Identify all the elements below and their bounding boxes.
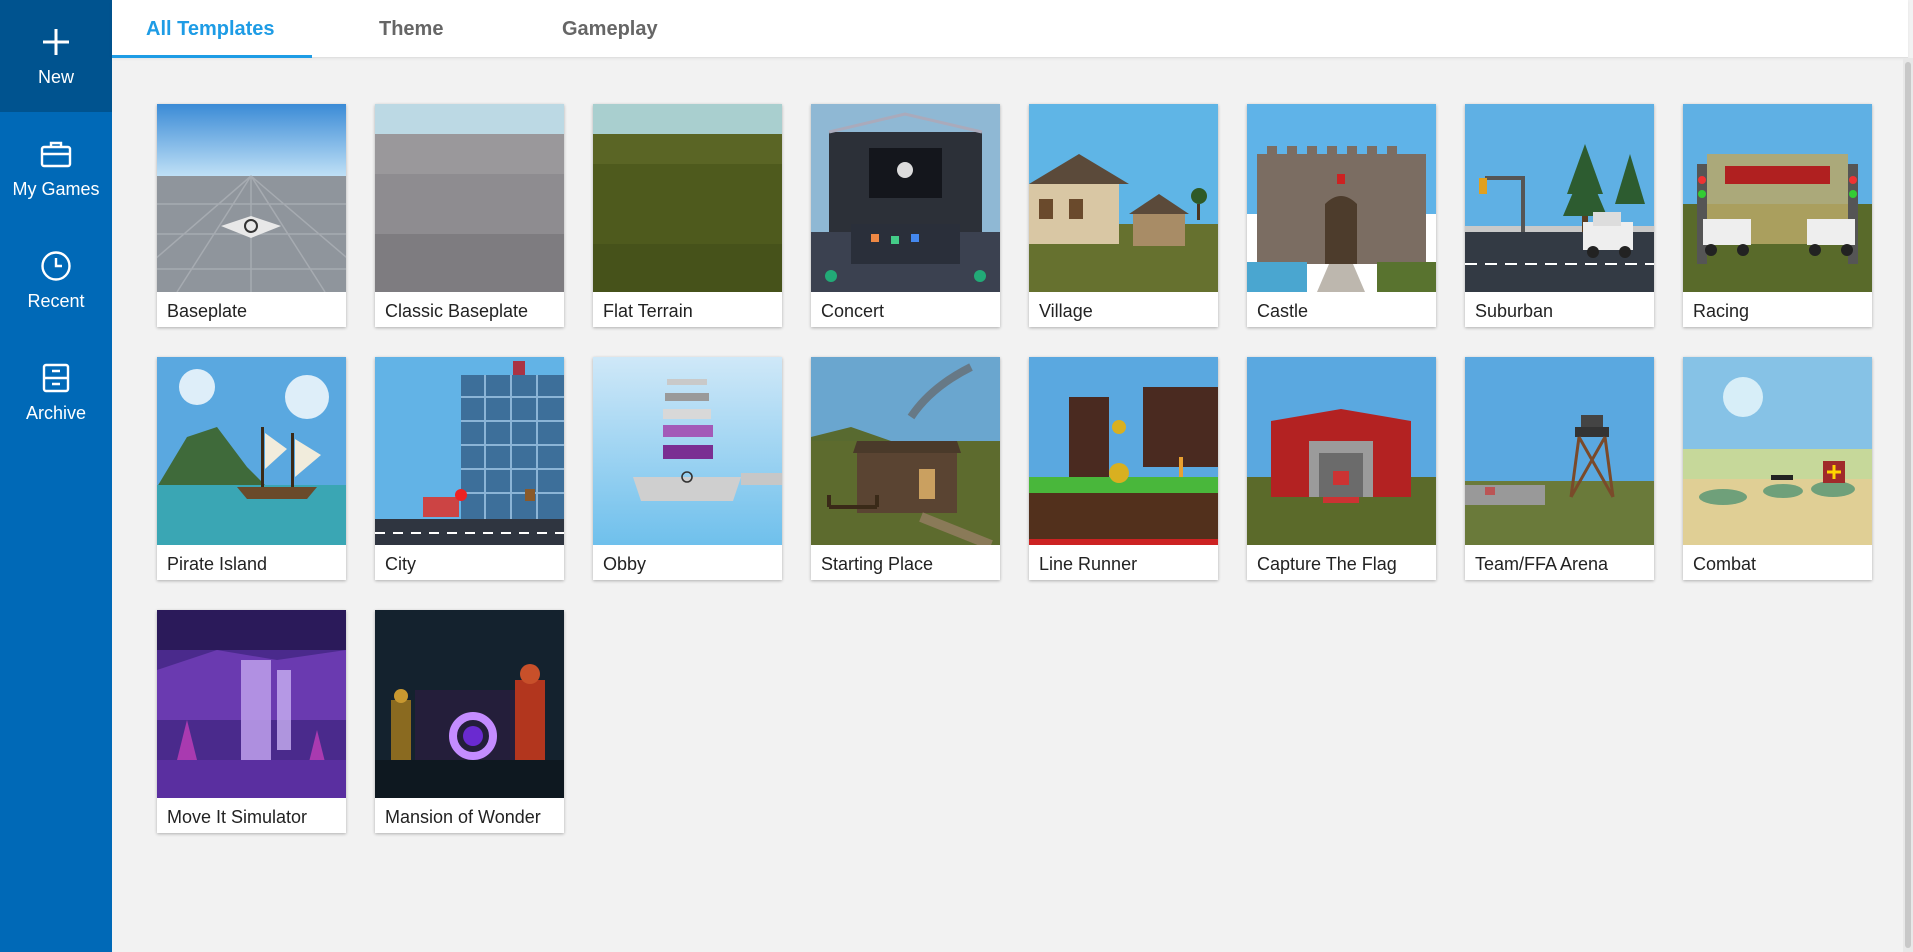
template-thumbnail — [1465, 357, 1654, 545]
template-label: Castle — [1257, 301, 1309, 321]
tab-label: Gameplay — [562, 17, 658, 40]
template-card-pirate-island[interactable]: Pirate Island — [157, 357, 346, 580]
scrollbar-thumb[interactable] — [1905, 62, 1911, 948]
template-card-baseplate[interactable]: Baseplate — [157, 104, 346, 327]
tab-bar: All Templates Theme Gameplay — [112, 0, 1908, 58]
template-card-combat[interactable]: Combat — [1683, 357, 1872, 580]
template-thumbnail — [1247, 104, 1436, 292]
template-thumbnail — [157, 104, 346, 292]
template-thumbnail — [375, 610, 564, 798]
template-label: Starting Place — [821, 554, 934, 574]
template-card-city[interactable]: City — [375, 357, 564, 580]
sidebar-item-label: My Games — [12, 178, 100, 199]
tab-label: Theme — [379, 17, 444, 40]
template-card-team-ffa-arena[interactable]: Team/FFA Arena — [1465, 357, 1654, 580]
sidebar-item-my-games[interactable]: My Games — [0, 112, 112, 224]
template-label: City — [385, 554, 416, 574]
plus-icon — [39, 25, 73, 59]
template-thumbnail — [375, 104, 564, 292]
sidebar-item-new[interactable]: New — [0, 0, 112, 112]
sidebar-item-label: Recent — [27, 290, 85, 311]
template-label: Obby — [603, 554, 647, 574]
template-label: Flat Terrain — [603, 301, 693, 321]
template-thumbnail — [1029, 104, 1218, 292]
scrollbar[interactable] — [1903, 58, 1913, 952]
template-thumbnail — [811, 357, 1000, 545]
template-thumbnail — [1247, 357, 1436, 545]
template-card-castle[interactable]: Castle — [1247, 104, 1436, 327]
template-label: Baseplate — [167, 301, 248, 321]
template-thumbnail — [375, 357, 564, 545]
template-label: Move It Simulator — [167, 807, 308, 827]
template-card-classic-baseplate[interactable]: Classic Baseplate — [375, 104, 564, 327]
template-card-move-it-simulator[interactable]: Move It Simulator — [157, 610, 346, 833]
briefcase-icon — [39, 137, 73, 171]
template-label: Mansion of Wonder — [385, 807, 541, 827]
template-card-starting-place[interactable]: Starting Place — [811, 357, 1000, 580]
template-label: Concert — [821, 301, 885, 321]
template-label: Pirate Island — [167, 554, 268, 574]
tab-label: All Templates — [146, 17, 275, 40]
template-card-suburban[interactable]: Suburban — [1465, 104, 1654, 327]
template-label: Team/FFA Arena — [1475, 554, 1609, 574]
template-label: Classic Baseplate — [385, 301, 529, 321]
active-tab-indicator — [112, 55, 312, 58]
template-thumbnail — [1029, 357, 1218, 545]
template-thumbnail — [593, 104, 782, 292]
tab-all-templates[interactable]: All Templates — [146, 0, 275, 58]
template-card-flat-terrain[interactable]: Flat Terrain — [593, 104, 782, 327]
template-label: Line Runner — [1039, 554, 1138, 574]
template-label: Suburban — [1475, 301, 1554, 321]
template-thumbnail — [1683, 357, 1872, 545]
template-thumbnail — [593, 357, 782, 545]
template-card-racing[interactable]: Racing — [1683, 104, 1872, 327]
sidebar-item-recent[interactable]: Recent — [0, 224, 112, 336]
template-card-obby[interactable]: Obby — [593, 357, 782, 580]
template-label: Combat — [1693, 554, 1757, 574]
tab-gameplay[interactable]: Gameplay — [562, 0, 658, 58]
template-thumbnail — [1683, 104, 1872, 292]
sidebar-item-label: Archive — [25, 402, 87, 423]
tab-theme[interactable]: Theme — [379, 0, 443, 58]
template-thumbnail — [157, 357, 346, 545]
template-thumbnail — [811, 104, 1000, 292]
clock-icon — [39, 249, 73, 283]
template-label: Capture The Flag — [1257, 554, 1397, 574]
sidebar: New My Games Recent Archive — [0, 0, 112, 952]
template-thumbnail — [157, 610, 346, 798]
sidebar-item-label: New — [37, 66, 74, 87]
template-label: Village — [1039, 301, 1093, 321]
template-card-mansion-of-wonder[interactable]: Mansion of Wonder — [375, 610, 564, 833]
template-card-concert[interactable]: Concert — [811, 104, 1000, 327]
template-thumbnail — [1465, 104, 1654, 292]
template-label: Racing — [1693, 301, 1750, 321]
sidebar-item-archive[interactable]: Archive — [0, 336, 112, 448]
template-card-line-runner[interactable]: Line Runner — [1029, 357, 1218, 580]
template-card-village[interactable]: Village — [1029, 104, 1218, 327]
template-card-capture-the-flag[interactable]: Capture The Flag — [1247, 357, 1436, 580]
archive-box-icon — [39, 361, 73, 395]
